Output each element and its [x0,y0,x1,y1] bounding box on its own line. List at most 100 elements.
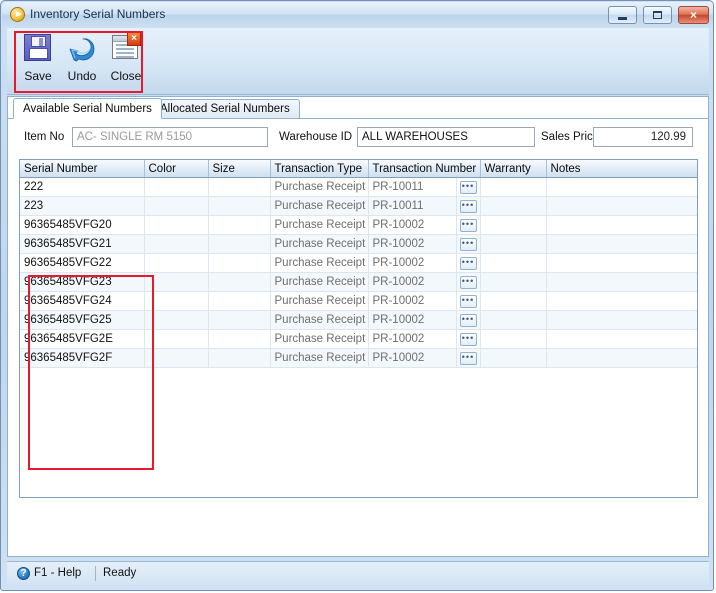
col-warranty[interactable]: Warranty [480,160,547,178]
ellipsis-icon[interactable]: ••• [459,218,477,232]
cell-lookup-button[interactable]: ••• [456,329,481,349]
col-color[interactable]: Color [144,160,209,178]
cell-lookup-button[interactable]: ••• [456,177,481,197]
ellipsis-icon[interactable]: ••• [459,199,477,213]
cell-transaction-number[interactable]: PR-10011 [368,196,457,216]
cell-lookup-button[interactable]: ••• [456,348,481,368]
cell-color[interactable] [144,291,209,311]
table-row[interactable]: 96365485VFG23 Purchase Receipt PR-10002 ••• [20,272,697,292]
cell-notes[interactable] [546,291,697,311]
table-row[interactable]: 96365485VFG25 Purchase Receipt PR-10002 ••• [20,310,697,330]
cell-color[interactable] [144,234,209,254]
cell-warranty[interactable] [480,234,547,254]
cell-size[interactable] [208,348,271,368]
cell-transaction-type[interactable]: Purchase Receipt [270,310,369,330]
cell-size[interactable] [208,196,271,216]
cell-warranty[interactable] [480,215,547,235]
cell-color[interactable] [144,310,209,330]
cell-notes[interactable] [546,329,697,349]
cell-serial-number[interactable]: 96365485VFG21 [20,234,145,254]
cell-transaction-number[interactable]: PR-10002 [368,234,457,254]
cell-notes[interactable] [546,310,697,330]
item-no-field[interactable]: AC- SINGLE RM 5150 [72,127,268,147]
cell-notes[interactable] [546,253,697,273]
cell-transaction-number[interactable]: PR-10011 [368,177,457,197]
help-text[interactable]: F1 - Help [34,567,81,579]
cell-transaction-type[interactable]: Purchase Receipt [270,215,369,235]
help-icon[interactable]: ? [17,567,30,580]
cell-lookup-button[interactable]: ••• [456,310,481,330]
cell-transaction-type[interactable]: Purchase Receipt [270,177,369,197]
cell-transaction-type[interactable]: Purchase Receipt [270,234,369,254]
cell-transaction-type[interactable]: Purchase Receipt [270,291,369,311]
cell-transaction-number[interactable]: PR-10002 [368,215,457,235]
cell-warranty[interactable] [480,348,547,368]
table-row[interactable]: 96365485VFG22 Purchase Receipt PR-10002 ••• [20,253,697,273]
cell-size[interactable] [208,215,271,235]
table-row[interactable]: 96365485VFG2E Purchase Receipt PR-10002 ••• [20,329,697,349]
cell-transaction-type[interactable]: Purchase Receipt [270,272,369,292]
cell-color[interactable] [144,348,209,368]
cell-transaction-number[interactable]: PR-10002 [368,272,457,292]
cell-transaction-number[interactable]: PR-10002 [368,329,457,349]
cell-color[interactable] [144,329,209,349]
cell-lookup-button[interactable]: ••• [456,234,481,254]
cell-serial-number[interactable]: 96365485VFG25 [20,310,145,330]
tab-available-serial-numbers[interactable]: Available Serial Numbers [13,98,162,119]
cell-transaction-number[interactable]: PR-10002 [368,348,457,368]
cell-serial-number[interactable]: 96365485VFG22 [20,253,145,273]
cell-size[interactable] [208,177,271,197]
cell-serial-number[interactable]: 96365485VFG24 [20,291,145,311]
maximize-button[interactable] [643,6,672,24]
table-row[interactable]: 222 Purchase Receipt PR-10011 ••• [20,177,697,197]
cell-warranty[interactable] [480,272,547,292]
cell-warranty[interactable] [480,253,547,273]
cell-color[interactable] [144,196,209,216]
cell-warranty[interactable] [480,196,547,216]
col-notes[interactable]: Notes [546,160,697,178]
cell-serial-number[interactable]: 96365485VFG2E [20,329,145,349]
cell-lookup-button[interactable]: ••• [456,253,481,273]
cell-warranty[interactable] [480,291,547,311]
ellipsis-icon[interactable]: ••• [459,294,477,308]
ellipsis-icon[interactable]: ••• [459,256,477,270]
cell-serial-number[interactable]: 96365485VFG2F [20,348,145,368]
cell-lookup-button[interactable]: ••• [456,215,481,235]
cell-color[interactable] [144,215,209,235]
cell-color[interactable] [144,177,209,197]
cell-warranty[interactable] [480,329,547,349]
col-serial-number[interactable]: Serial Number [20,160,145,178]
cell-transaction-number[interactable]: PR-10002 [368,253,457,273]
cell-lookup-button[interactable]: ••• [456,291,481,311]
cell-size[interactable] [208,234,271,254]
cell-transaction-number[interactable]: PR-10002 [368,291,457,311]
cell-serial-number[interactable]: 96365485VFG20 [20,215,145,235]
cell-transaction-type[interactable]: Purchase Receipt [270,253,369,273]
cell-size[interactable] [208,329,271,349]
ellipsis-icon[interactable]: ••• [459,332,477,346]
cell-notes[interactable] [546,272,697,292]
ellipsis-icon[interactable]: ••• [459,275,477,289]
table-row[interactable]: 223 Purchase Receipt PR-10011 ••• [20,196,697,216]
cell-notes[interactable] [546,234,697,254]
cell-size[interactable] [208,253,271,273]
table-row[interactable]: 96365485VFG20 Purchase Receipt PR-10002 ••• [20,215,697,235]
close-form-button[interactable]: × Close [104,32,148,90]
minimize-button[interactable] [608,6,637,24]
cell-size[interactable] [208,272,271,292]
cell-warranty[interactable] [480,310,547,330]
cell-transaction-number[interactable]: PR-10002 [368,310,457,330]
cell-transaction-type[interactable]: Purchase Receipt [270,348,369,368]
sales-price-field[interactable]: 120.99 [593,127,693,147]
cell-transaction-type[interactable]: Purchase Receipt [270,329,369,349]
cell-notes[interactable] [546,348,697,368]
cell-warranty[interactable] [480,177,547,197]
cell-transaction-type[interactable]: Purchase Receipt [270,196,369,216]
ellipsis-icon[interactable]: ••• [459,180,477,194]
save-button[interactable]: Save [16,32,60,90]
cell-serial-number[interactable]: 96365485VFG23 [20,272,145,292]
cell-lookup-button[interactable]: ••• [456,196,481,216]
col-transaction-number[interactable]: Transaction Number [368,160,481,178]
cell-size[interactable] [208,310,271,330]
warehouse-id-field[interactable]: ALL WAREHOUSES [357,127,535,147]
